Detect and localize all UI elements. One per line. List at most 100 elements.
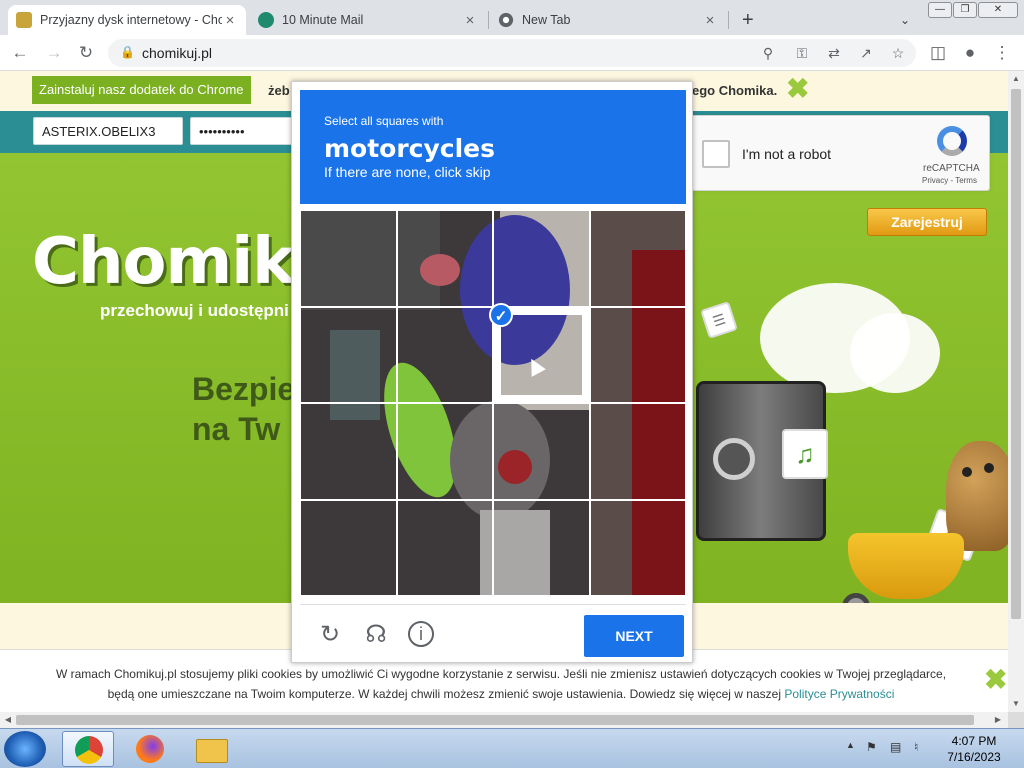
notice-text-right: ego Chomika. (692, 83, 778, 98)
captcha-target-object: motorcycles (324, 134, 496, 163)
captcha-tile[interactable] (493, 210, 590, 307)
tab-new-tab[interactable]: New Tab × (490, 5, 726, 35)
close-tab-icon[interactable]: × (702, 12, 718, 29)
address-bar[interactable]: 🔒 chomikuj.pl ⚲ ⚿ ⇄ ↗ ☆ (108, 39, 916, 67)
captcha-tile[interactable] (300, 306, 397, 403)
chomikuj-favicon-icon (16, 12, 32, 28)
browser-toolbar: ← → ↻ 🔒 chomikuj.pl ⚲ ⚿ ⇄ ↗ ☆ ◫ ● ⋮ (0, 35, 1024, 71)
lock-icon: 🔒 (120, 45, 135, 59)
captcha-tile[interactable] (300, 403, 397, 500)
bookmark-star-icon[interactable]: ☆ (888, 43, 908, 63)
cookie-line-2: będą one umieszczane na Twoim komputerze… (107, 687, 781, 701)
close-tab-icon[interactable]: × (462, 12, 478, 29)
arrow-right-icon: → (45, 43, 63, 62)
captcha-tile[interactable] (396, 210, 493, 307)
register-button[interactable]: Zarejestruj (867, 208, 987, 236)
share-icon[interactable]: ↗ (856, 43, 876, 63)
tab-title: Przyjazny dysk internetowy - Cho (40, 13, 222, 27)
url-text[interactable]: chomikuj.pl (142, 45, 212, 61)
scroll-up-icon[interactable]: ▲ (1008, 71, 1024, 87)
reload-icon[interactable]: ↻ (316, 621, 344, 649)
not-a-robot-checkbox[interactable] (702, 140, 730, 168)
captcha-tile[interactable] (589, 210, 686, 307)
horizontal-scrollbar[interactable]: ◀ ▶ (0, 712, 1008, 728)
tab-title: 10 Minute Mail (282, 13, 364, 27)
menu-button[interactable]: ⋮ (990, 41, 1014, 65)
captcha-tile[interactable] (589, 306, 686, 403)
scroll-right-icon[interactable]: ▶ (990, 712, 1006, 728)
close-tab-icon[interactable]: × (222, 12, 238, 29)
scroll-left-icon[interactable]: ◀ (0, 712, 16, 728)
tab-search-button[interactable]: ⌄ (892, 5, 920, 35)
password-field[interactable]: •••••••••• (190, 117, 300, 145)
cloud-illustration (850, 313, 940, 393)
new-tab-button[interactable]: + (734, 5, 762, 35)
profile-button[interactable]: ● (958, 41, 982, 65)
tab-separator (488, 11, 489, 29)
site-tagline: przechowuj i udostępni (100, 301, 289, 320)
vertical-scrollbar[interactable]: ▲ ▼ (1008, 71, 1024, 712)
privacy-policy-link[interactable]: Polityce Prywatności (784, 687, 894, 701)
vertical-scroll-thumb[interactable] (1011, 89, 1021, 619)
profile-avatar-icon: ● (964, 43, 976, 62)
wheelbarrow-illustration (848, 533, 964, 599)
restore-button[interactable]: ❐ (953, 2, 977, 18)
side-panel-icon: ◫ (929, 43, 947, 62)
side-panel-button[interactable]: ◫ (926, 41, 950, 65)
next-button[interactable]: NEXT (584, 615, 684, 657)
forward-button[interactable]: → (42, 41, 66, 65)
cookie-line-1: W ramach Chomikuj.pl stosujemy pliki coo… (55, 667, 947, 681)
recaptcha-terms-link[interactable]: Privacy - Terms (922, 176, 977, 185)
explorer-icon (196, 739, 228, 763)
taskbar-explorer[interactable] (186, 731, 238, 767)
tray-expand-icon[interactable]: ▲ (846, 740, 855, 750)
info-icon[interactable]: i (408, 621, 434, 647)
notice-close-icon[interactable]: ✖ (786, 75, 809, 103)
clock-time: 4:07 PM (951, 734, 997, 748)
key-icon[interactable]: ⚿ (792, 43, 812, 63)
volume-muted-icon[interactable]: ♮ (914, 740, 918, 754)
action-center-icon[interactable]: ⚑ (866, 740, 877, 754)
recaptcha-logo-icon (937, 126, 967, 156)
tab-10-minute-mail[interactable]: 10 Minute Mail × (250, 5, 486, 35)
captcha-challenge-dialog: Select all squares with motorcycles If t… (291, 81, 693, 663)
safe-dial-icon (713, 438, 755, 480)
captcha-tile[interactable] (493, 403, 590, 500)
captcha-tile[interactable] (396, 403, 493, 500)
username-field[interactable]: ASTERIX.OBELIX3 (33, 117, 183, 145)
captcha-tile[interactable] (493, 499, 590, 596)
reload-button[interactable]: ↻ (74, 41, 98, 65)
start-button[interactable] (4, 731, 46, 767)
audio-icon[interactable]: ☊ (362, 621, 390, 649)
captcha-tile[interactable] (300, 210, 397, 307)
horizontal-scroll-thumb[interactable] (16, 715, 974, 725)
minimize-button[interactable]: — (928, 2, 952, 18)
reload-icon: ↻ (78, 43, 94, 62)
back-button[interactable]: ← (8, 41, 32, 65)
taskbar-clock[interactable]: 4:07 PM 7/16/2023 (942, 733, 1006, 765)
captcha-tile[interactable] (396, 306, 493, 403)
captcha-footer: ↻ ☊ i NEXT (300, 604, 686, 664)
cookie-close-icon[interactable]: ✖ (984, 666, 1007, 694)
recaptcha-brand: reCAPTCHA (923, 163, 980, 174)
translate-icon[interactable]: ⇄ (824, 43, 844, 63)
clock-date: 7/16/2023 (947, 750, 1001, 764)
taskbar-firefox[interactable] (124, 731, 176, 767)
search-icon[interactable]: ⚲ (758, 43, 778, 63)
headline-line-2: na Tw (192, 411, 281, 447)
install-extension-button[interactable]: Zainstaluj nasz dodatek do Chrome (32, 76, 251, 104)
close-window-button[interactable]: ✕ (978, 2, 1018, 18)
recaptcha-label: I'm not a robot (742, 146, 832, 162)
taskbar-chrome[interactable] (62, 731, 114, 767)
captcha-tile[interactable] (589, 403, 686, 500)
scroll-down-icon[interactable]: ▼ (1008, 696, 1024, 712)
captcha-tile[interactable] (589, 499, 686, 596)
captcha-tile[interactable] (300, 499, 397, 596)
chevron-down-icon: ⌄ (900, 13, 911, 27)
plus-icon: + (742, 8, 754, 31)
tab-chomikuj[interactable]: Przyjazny dysk internetowy - Cho × (8, 5, 246, 35)
tab-strip: Przyjazny dysk internetowy - Cho × 10 Mi… (0, 0, 1024, 35)
restore-icon: ❐ (960, 4, 970, 15)
captcha-tile[interactable] (396, 499, 493, 596)
network-icon[interactable]: ▤ (890, 740, 901, 754)
